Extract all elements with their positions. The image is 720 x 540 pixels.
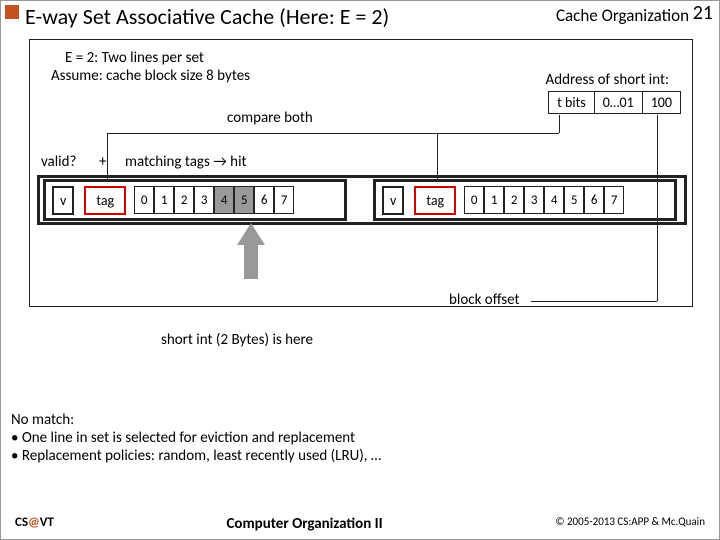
subtitle-1: E = 2: Two lines per set bbox=[65, 49, 204, 67]
page-number: 21 bbox=[693, 1, 713, 25]
byte2-3: 3 bbox=[524, 186, 544, 214]
valid-bit-2: v bbox=[382, 186, 404, 215]
line bbox=[437, 133, 438, 179]
short-int-label: short int (2 Bytes) is here bbox=[161, 331, 313, 349]
nomatch-l2: • Replacement policies: random, least re… bbox=[11, 447, 381, 465]
address-box: t bits 0…01 100 bbox=[548, 91, 681, 114]
byte2-2: 2 bbox=[504, 186, 524, 214]
byte-5: 5 bbox=[234, 186, 254, 214]
bytes-2: 0 1 2 3 4 5 6 7 bbox=[464, 186, 624, 214]
slide-title: E-way Set Associative Cache (Here: E = 2… bbox=[25, 3, 389, 30]
addr-set: 0…01 bbox=[595, 92, 643, 113]
addr-tbits: t bits bbox=[549, 92, 595, 113]
byte2-4: 4 bbox=[544, 186, 564, 214]
addr-offset: 100 bbox=[643, 92, 680, 113]
compare-label: compare both bbox=[227, 109, 313, 127]
line bbox=[657, 115, 658, 301]
byte-6: 6 bbox=[254, 186, 274, 214]
line bbox=[107, 133, 108, 179]
arrow-stem bbox=[244, 245, 258, 279]
bytes-1: 0 1 2 3 4 5 6 7 bbox=[134, 186, 294, 214]
byte-2: 2 bbox=[174, 186, 194, 214]
nomatch-head: No match: bbox=[11, 411, 381, 429]
line bbox=[531, 301, 657, 302]
block-offset-label: block offset bbox=[449, 291, 520, 309]
byte-1: 1 bbox=[154, 186, 174, 214]
byte2-1: 1 bbox=[484, 186, 504, 214]
footer-course: Computer Organization II bbox=[226, 515, 382, 533]
valid-bit-1: v bbox=[52, 186, 74, 215]
byte2-6: 6 bbox=[584, 186, 604, 214]
plus-sign: + bbox=[99, 153, 106, 171]
tag-1: tag bbox=[84, 186, 126, 215]
footer: CS@VT Computer Organization II © 2005-20… bbox=[1, 515, 719, 533]
cache-line-2: v tag 0 1 2 3 4 5 6 7 bbox=[373, 179, 677, 221]
valid-label: valid? bbox=[41, 153, 76, 171]
address-label: Address of short int: bbox=[546, 71, 669, 89]
byte2-0: 0 bbox=[464, 186, 484, 214]
vt-text: VT bbox=[40, 515, 54, 530]
matching-label: matching tags → hit bbox=[125, 153, 247, 171]
tag-2: tag bbox=[414, 186, 456, 215]
no-match-text: No match: • One line in set is selected … bbox=[11, 411, 381, 465]
topic-label: Cache Organization bbox=[556, 5, 689, 26]
cs-text: CS bbox=[15, 515, 28, 530]
nomatch-l1: • One line in set is selected for evicti… bbox=[11, 429, 381, 447]
line bbox=[559, 115, 560, 133]
byte-0: 0 bbox=[134, 186, 154, 214]
byte-3: 3 bbox=[194, 186, 214, 214]
byte-4: 4 bbox=[214, 186, 234, 214]
arrow-up-icon bbox=[237, 223, 265, 245]
subtitle-2: Assume: cache block size 8 bytes bbox=[51, 67, 250, 85]
cache-line-1: v tag 0 1 2 3 4 5 6 7 bbox=[43, 179, 347, 221]
title-bullet bbox=[5, 5, 19, 19]
footer-left: CS@VT bbox=[15, 515, 54, 533]
byte-7: 7 bbox=[274, 186, 294, 214]
byte2-5: 5 bbox=[564, 186, 584, 214]
footer-copy: © 2005-2013 CS:APP & Mc.Quain bbox=[555, 515, 705, 533]
at-sign: @ bbox=[28, 515, 40, 530]
byte2-7: 7 bbox=[604, 186, 624, 214]
line bbox=[107, 133, 559, 134]
